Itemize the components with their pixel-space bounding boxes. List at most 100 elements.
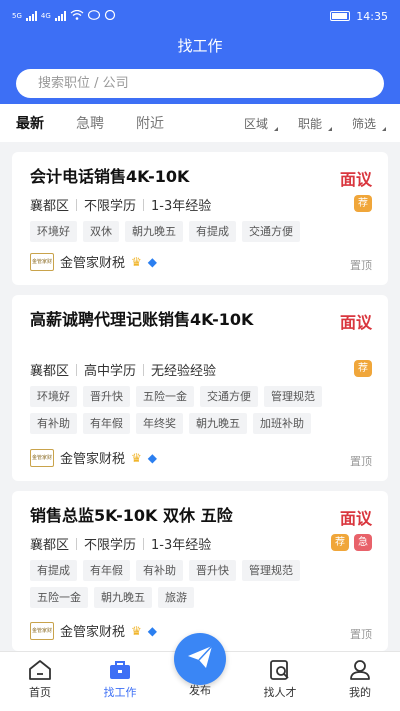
- job-experience: 1-3年经验: [151, 199, 212, 214]
- job-district: 襄都区: [30, 199, 70, 214]
- company-logo: 金管家财税: [30, 252, 54, 271]
- job-tab-bar: 最新 急聘 附近 区域 职能 筛选: [0, 104, 400, 142]
- job-title: 高薪诚聘代理记账销售4K-10K: [30, 310, 254, 329]
- diamond-icon: ◆: [147, 450, 158, 465]
- company-name: 金管家财税: [60, 256, 126, 271]
- user-icon: [330, 656, 390, 684]
- briefcase-icon: [90, 656, 150, 684]
- filter-more-label: 筛选: [351, 116, 376, 131]
- app-header: 5G 4G 14:35 找工作 搜索职位 / 公司: [0, 0, 400, 104]
- job-title: 会计电话销售4K-10K: [30, 167, 190, 186]
- message-icon: [87, 9, 100, 23]
- tab-latest[interactable]: 最新: [16, 113, 44, 133]
- company-row[interactable]: 金管家财税 金管家财税 ♛ ◆: [30, 252, 157, 271]
- job-tag: 交通方便: [242, 221, 300, 242]
- filter-function-label: 职能: [297, 116, 322, 131]
- resume-search-icon: [250, 656, 310, 684]
- battery-icon: [330, 11, 351, 21]
- nav-home[interactable]: 首页: [10, 656, 70, 700]
- status-time: 14:35: [356, 9, 388, 23]
- filter-area-label: 区域: [243, 116, 268, 131]
- nav-mine[interactable]: 我的: [330, 656, 390, 700]
- job-tags: 有提成 有年假 有补助 晋升快 管理规范 五险一金 朝九晚五 旅游: [30, 560, 350, 608]
- nav-find-job[interactable]: 找工作: [90, 656, 150, 700]
- job-tag: 五险一金: [136, 386, 194, 407]
- nav-find-job-label: 找工作: [103, 686, 137, 699]
- job-tag: 朝九晚五: [94, 587, 152, 608]
- pinned-label: 置顶: [350, 628, 372, 641]
- search-input[interactable]: 搜索职位 / 公司: [16, 69, 384, 98]
- job-meta: 襄都区 高中学历 无经验经验: [30, 360, 216, 379]
- publish-button[interactable]: [174, 633, 226, 685]
- app-notification-icon: [104, 9, 116, 23]
- nav-find-talent-label: 找人才: [263, 686, 297, 699]
- job-card[interactable]: 会计电话销售4K-10K 面议 襄都区 不限学历 1-3年经验 荐 环境好 双休…: [12, 152, 388, 285]
- recommend-badge: 荐: [331, 534, 349, 551]
- job-tag: 年终奖: [136, 413, 183, 434]
- job-salary: 面议: [339, 313, 372, 332]
- home-icon: [10, 656, 70, 684]
- job-district: 襄都区: [30, 364, 70, 379]
- job-tag: 管理规范: [264, 386, 322, 407]
- job-tags: 环境好 双休 朝九晚五 有提成 交通方便: [30, 221, 350, 242]
- recommend-badge: 荐: [354, 360, 372, 377]
- job-tag: 有年假: [83, 560, 130, 581]
- pinned-label: 置顶: [350, 455, 372, 468]
- job-tag: 五险一金: [30, 587, 88, 608]
- job-education: 不限学历: [84, 199, 137, 214]
- company-logo: 金管家财税: [30, 448, 54, 467]
- job-education: 不限学历: [84, 538, 137, 553]
- job-tag: 有补助: [30, 413, 77, 434]
- dropdown-triangle-icon: [382, 126, 386, 131]
- job-tag: 有补助: [136, 560, 183, 581]
- job-tags: 环境好 晋升快 五险一金 交通方便 管理规范 有补助 有年假 年终奖 朝九晚五 …: [30, 386, 350, 434]
- recommend-badge: 荐: [354, 195, 372, 212]
- job-tag: 环境好: [30, 221, 77, 242]
- job-meta: 襄都区 不限学历 1-3年经验: [30, 195, 211, 214]
- company-row[interactable]: 金管家财税 金管家财税 ♛ ◆: [30, 448, 157, 467]
- diamond-icon: ◆: [147, 623, 158, 638]
- network-4g-label: 4G: [40, 12, 51, 20]
- job-tag: 有年假: [83, 413, 130, 434]
- crown-icon: ♛: [131, 254, 142, 269]
- job-tag: 加班补助: [253, 413, 311, 434]
- filter-more[interactable]: 筛选: [351, 115, 386, 132]
- nav-publish-label[interactable]: 发布: [170, 682, 230, 698]
- nav-find-talent[interactable]: 找人才: [250, 656, 310, 700]
- company-name: 金管家财税: [60, 452, 126, 467]
- dropdown-triangle-icon: [273, 126, 278, 131]
- job-district: 襄都区: [30, 538, 70, 553]
- network-5g-label: 5G: [12, 12, 22, 20]
- job-salary: 面议: [339, 170, 372, 189]
- nav-mine-label: 我的: [349, 686, 371, 699]
- filter-function[interactable]: 职能: [297, 115, 332, 132]
- diamond-icon: ◆: [147, 254, 158, 269]
- job-tag: 双休: [83, 221, 119, 242]
- signal-icon-2: [54, 11, 66, 21]
- wifi-icon: [70, 9, 84, 23]
- nav-home-label: 首页: [29, 686, 51, 699]
- company-row[interactable]: 金管家财税 金管家财税 ♛ ◆: [30, 621, 157, 640]
- job-tag: 环境好: [30, 386, 77, 407]
- tab-nearby[interactable]: 附近: [136, 113, 164, 133]
- job-experience: 无经验经验: [151, 364, 217, 379]
- job-tag: 有提成: [30, 560, 77, 581]
- signal-icon: [25, 11, 37, 21]
- job-tag: 朝九晚五: [125, 221, 183, 242]
- job-tag: 晋升快: [83, 386, 130, 407]
- filter-area[interactable]: 区域: [243, 115, 278, 132]
- dropdown-triangle-icon: [327, 126, 332, 131]
- job-tag: 交通方便: [200, 386, 258, 407]
- job-tag: 管理规范: [242, 560, 300, 581]
- page-title: 找工作: [177, 37, 223, 55]
- job-title: 销售总监5K-10K 双休 五险: [30, 506, 233, 525]
- paper-plane-icon: [186, 644, 214, 674]
- job-card[interactable]: 高薪诚聘代理记账销售4K-10K 面议 襄都区 高中学历 无经验经验 荐 环境好…: [12, 295, 388, 481]
- pinned-label: 置顶: [350, 259, 372, 272]
- tab-urgent[interactable]: 急聘: [76, 113, 104, 133]
- status-bar: 5G 4G 14:35: [0, 0, 400, 32]
- job-tag: 晋升快: [189, 560, 236, 581]
- job-tag: 有提成: [189, 221, 236, 242]
- job-card[interactable]: 销售总监5K-10K 双休 五险 面议 襄都区 不限学历 1-3年经验 荐 急 …: [12, 491, 388, 651]
- job-education: 高中学历: [84, 364, 137, 379]
